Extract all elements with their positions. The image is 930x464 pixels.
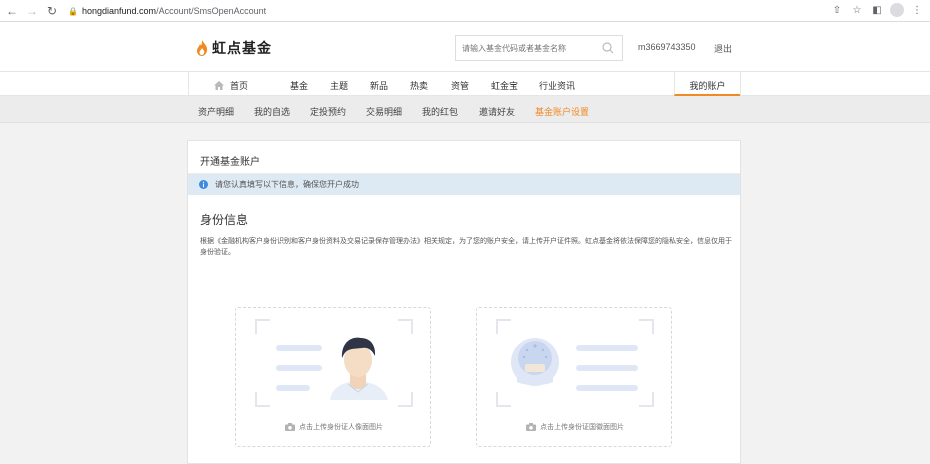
sub-nav-transactions[interactable]: 交易明细 xyxy=(366,105,402,118)
url-path: /Account/SmsOpenAccount xyxy=(156,5,267,16)
sidebar-icon[interactable]: ◧ xyxy=(870,3,884,17)
logo[interactable]: 虹点基金 xyxy=(195,38,272,58)
search-box xyxy=(455,35,623,61)
arrow-left-icon[interactable]: ← xyxy=(4,3,20,19)
reload-icon[interactable]: ↻ xyxy=(44,3,60,19)
menu-icon[interactable]: ⋮ xyxy=(910,3,924,17)
share-icon[interactable]: ⇧ xyxy=(830,3,844,17)
main-nav: 首页 基金 主题 新品 热卖 资管 虹金宝 行业资讯 我的账户 xyxy=(0,72,930,96)
nav-hot[interactable]: 热卖 xyxy=(410,79,428,92)
info-icon xyxy=(199,180,208,189)
sub-nav-account-settings[interactable]: 基金账户设置 xyxy=(535,105,589,118)
nav-theme[interactable]: 主题 xyxy=(330,79,348,92)
arrow-right-icon[interactable]: → xyxy=(24,3,40,19)
logo-text: 虹点基金 xyxy=(212,40,272,56)
nav-my-account[interactable]: 我的账户 xyxy=(674,72,740,96)
upload-back-label-row: 点击上传身份证国徽面图片 xyxy=(477,422,673,432)
nav-news[interactable]: 行业资讯 xyxy=(539,79,575,92)
star-icon[interactable]: ☆ xyxy=(850,3,864,17)
upload-back-label: 点击上传身份证国徽面图片 xyxy=(540,424,624,431)
camera-icon xyxy=(526,423,536,431)
logout-link[interactable]: 退出 xyxy=(714,42,732,55)
lock-icon: 🔒 xyxy=(68,6,78,16)
upload-id-back[interactable]: 点击上传身份证国徽面图片 xyxy=(476,307,672,447)
nav-home[interactable]: 首页 xyxy=(214,79,248,92)
upload-id-front[interactable]: 点击上传身份证人像面图片 xyxy=(235,307,431,447)
card-title: 开通基金账户 xyxy=(200,157,260,168)
sub-nav-assets[interactable]: 资产明细 xyxy=(198,105,234,118)
home-icon xyxy=(214,81,224,90)
section-description: 根据《金融机构客户身份识别和客户身份资料及交易记录保存管理办法》相关规定，为了您… xyxy=(200,238,732,256)
sub-nav-watchlist[interactable]: 我的自选 xyxy=(254,105,290,118)
url-host: hongdianfund.com xyxy=(82,5,157,16)
flame-logo-icon xyxy=(197,40,208,56)
search-input[interactable] xyxy=(456,36,596,60)
nav-asset-mgmt[interactable]: 资管 xyxy=(451,79,469,92)
nav-hongjinbao[interactable]: 虹金宝 xyxy=(491,79,518,92)
notice-text: 请您认真填写以下信息，确保您开户成功 xyxy=(215,180,359,189)
sub-nav-red-packets[interactable]: 我的红包 xyxy=(422,105,458,118)
sub-nav-sip[interactable]: 定投预约 xyxy=(310,105,346,118)
notice-bar: 请您认真填写以下信息，确保您开户成功 xyxy=(188,174,740,195)
nav-home-label: 首页 xyxy=(230,81,249,91)
address-bar[interactable]: 🔒 hongdianfund.com/Account/SmsOpenAccoun… xyxy=(68,3,266,19)
camera-icon xyxy=(285,423,295,431)
sub-nav-invite[interactable]: 邀请好友 xyxy=(479,105,515,118)
nav-fund[interactable]: 基金 xyxy=(290,79,308,92)
site-header: 虹点基金 m3669743350 退出 xyxy=(0,22,930,72)
profile-avatar[interactable] xyxy=(890,3,904,17)
sub-nav: 资产明细 我的自选 定投预约 交易明细 我的红包 邀请好友 基金账户设置 xyxy=(0,96,930,123)
upload-front-label-row: 点击上传身份证人像面图片 xyxy=(236,422,432,432)
browser-toolbar: ← → ↻ 🔒 hongdianfund.com/Account/SmsOpen… xyxy=(0,0,930,22)
section-title: 身份信息 xyxy=(200,213,249,227)
open-account-card: 开通基金账户 请您认真填写以下信息，确保您开户成功 身份信息 根据《金融机构客户… xyxy=(187,140,741,464)
username[interactable]: m3669743350 xyxy=(638,42,696,52)
search-icon[interactable] xyxy=(602,42,614,54)
upload-front-label: 点击上传身份证人像面图片 xyxy=(299,424,383,431)
nav-new[interactable]: 新品 xyxy=(370,79,388,92)
